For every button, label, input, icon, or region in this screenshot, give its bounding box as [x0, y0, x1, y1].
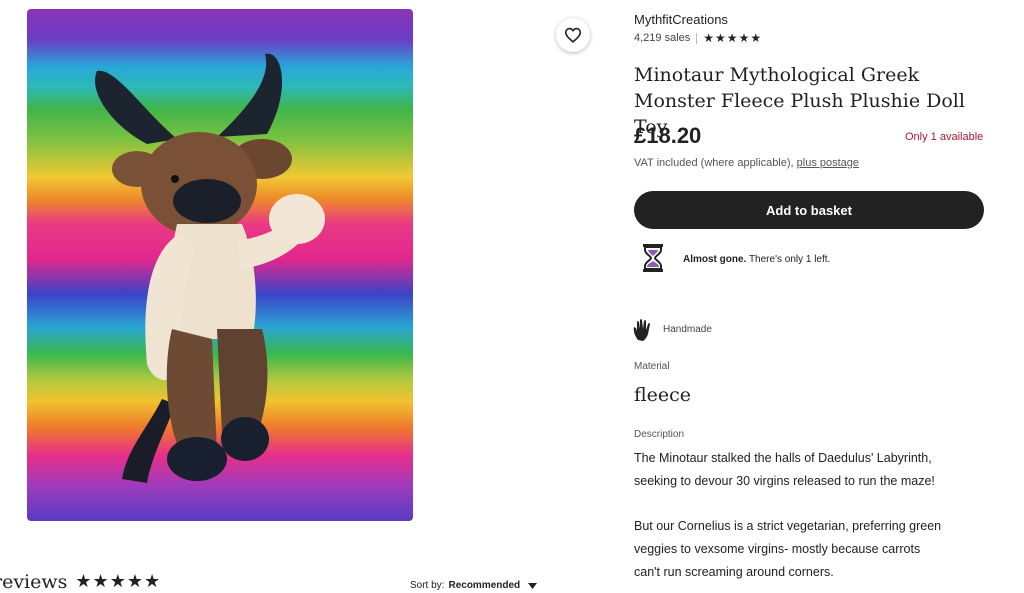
divider [696, 32, 698, 44]
reviews-rating-stars: ★ ★ ★ ★ ★ [75, 573, 160, 591]
sales-count: 4,219 sales [634, 32, 691, 44]
scarcity-message: Almost gone. There's only 1 left. [683, 254, 830, 265]
availability-text: Only 1 available [905, 131, 984, 143]
star-icon: ★ [75, 571, 92, 592]
description-line: can't run screaming around corners. [634, 565, 834, 579]
favorite-button[interactable] [556, 18, 590, 52]
product-image[interactable] [27, 9, 413, 521]
product-price: £18.20 [634, 123, 702, 148]
star-icon: ★ [715, 31, 726, 45]
shop-rating-stars[interactable]: ★ ★ ★ ★ ★ [703, 32, 761, 44]
star-icon: ★ [738, 31, 750, 45]
description-line: But our Cornelius is a strict vegetarian… [634, 519, 942, 533]
minotaur-plush-illustration [95, 53, 325, 483]
hourglass-icon [643, 244, 663, 272]
description-line: The Minotaur stalked the halls of Daedul… [634, 451, 932, 465]
star-icon: ★ [126, 571, 143, 592]
reviews-title: reviews [0, 571, 68, 593]
sort-label: Sort by: [410, 580, 445, 591]
star-icon: ★ [143, 571, 161, 592]
vat-text: VAT included (where applicable), [634, 157, 794, 169]
shop-name-link[interactable]: MythfitCreations [634, 12, 728, 27]
description-label: Description [634, 429, 685, 440]
material-value: fleece [634, 384, 692, 406]
scarcity-bold: Almost gone. [683, 254, 747, 265]
vat-info: VAT included (where applicable), plus po… [634, 157, 859, 169]
sort-dropdown[interactable]: Sort by: Recommended [410, 580, 538, 591]
star-icon: ★ [703, 31, 715, 45]
hand-icon [633, 319, 650, 341]
star-icon: ★ [92, 571, 109, 592]
material-label: Material [634, 361, 670, 372]
handmade-label: Handmade [663, 324, 712, 335]
star-icon: ★ [726, 31, 738, 45]
caret-down-icon [528, 582, 538, 589]
scarcity-rest: There's only 1 left. [746, 254, 831, 265]
star-icon: ★ [109, 571, 126, 592]
description-line: veggies to vexsome virgins- mostly becau… [634, 542, 921, 556]
postage-link[interactable]: plus postage [797, 157, 859, 169]
reviews-heading: reviews ★ ★ ★ ★ ★ [0, 571, 160, 593]
sort-value: Recommended [448, 580, 521, 591]
add-to-basket-button[interactable]: Add to basket [634, 191, 984, 229]
description-line: seeking to devour 30 virgins released to… [634, 474, 935, 488]
shop-sales-rating: 4,219 sales ★ ★ ★ ★ ★ [634, 32, 761, 44]
heart-icon [564, 27, 582, 43]
star-icon: ★ [750, 31, 762, 45]
